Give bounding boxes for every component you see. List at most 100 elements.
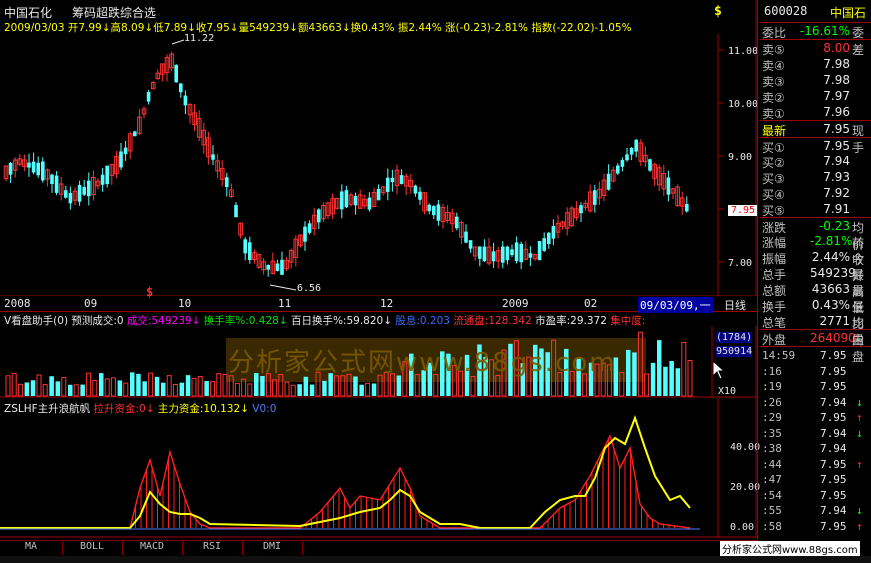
volume-bar	[166, 375, 172, 397]
volume-bar	[191, 377, 197, 397]
volume-bar	[110, 377, 116, 397]
volume-bar	[260, 376, 265, 396]
buy-row[interactable]: 买③ 7.93	[760, 169, 871, 186]
tick-row: :58 7.95 ↑	[760, 519, 871, 534]
outer-label: 外盘	[762, 333, 787, 347]
tab-ma[interactable]: MA	[0, 541, 63, 555]
volume-bar	[86, 372, 92, 397]
candle-body	[146, 92, 151, 102]
candle-body	[303, 226, 307, 242]
low-pointer	[269, 284, 297, 291]
volume-watermark: 分析家公式网www.88gs.com	[228, 348, 617, 378]
candle-body	[8, 162, 13, 175]
candle-body	[505, 246, 510, 261]
candle-body	[340, 191, 344, 210]
tick-row: :44 7.95 ↑	[760, 457, 871, 472]
volume-bar	[73, 384, 79, 397]
latest-row: 最新 7.95 现手	[760, 120, 871, 155]
tick-row: :16 7.95	[760, 364, 871, 379]
volume-bar	[61, 377, 67, 397]
sell-row[interactable]: 卖② 7.97	[760, 88, 871, 105]
tick-direction-icon: ↓	[856, 504, 863, 517]
date-tick: 11	[278, 297, 292, 310]
tab-boll[interactable]: BOLL	[62, 541, 123, 555]
volume-bar	[136, 373, 141, 396]
candle-body	[455, 216, 459, 229]
candle-body	[174, 64, 178, 83]
candle-body	[634, 139, 638, 152]
weibi-value: -16.61%	[799, 24, 850, 38]
volume-bar	[55, 381, 61, 396]
price-chart[interactable]: 11.0010.009.008.007.00	[0, 0, 757, 296]
stat-value: -2.81%	[810, 234, 853, 248]
volume-bar	[247, 383, 253, 397]
sell-row[interactable]: 卖① 7.96	[760, 104, 871, 121]
buy-row[interactable]: 买① 7.95	[760, 137, 871, 155]
indicator-tick: 40.00	[730, 442, 761, 453]
volume-bar	[148, 372, 154, 397]
sidebar-code: 600028	[764, 4, 808, 18]
sell-row[interactable]: 卖⑤ 8.00	[760, 40, 871, 57]
candle-body	[648, 159, 652, 171]
volume-bar	[303, 376, 309, 396]
volume-bar	[185, 375, 191, 396]
volume-bar	[30, 380, 36, 396]
volume-bar	[297, 384, 302, 396]
candle-body	[87, 180, 91, 197]
candle-body	[551, 226, 556, 239]
tick-price: 7.95	[820, 457, 847, 471]
tick-time: :54	[762, 488, 782, 502]
buy-row[interactable]: 买⑤ 7.91	[760, 201, 871, 218]
volume-bar	[284, 381, 290, 397]
candle-body	[31, 161, 36, 173]
candle-body	[510, 249, 514, 255]
sell-price: 7.98	[823, 73, 850, 87]
stat-row: 换手 0.43% 量比	[760, 297, 871, 331]
date-tick: 2008	[4, 297, 31, 310]
tick-price: 7.95	[820, 473, 847, 486]
candle-body	[64, 190, 68, 198]
tab-dmi[interactable]: DMI	[242, 541, 303, 555]
latest-price: 7.95	[823, 122, 850, 136]
candle-body	[100, 174, 105, 185]
candle-body	[519, 243, 523, 263]
weibi-label: 委比	[762, 26, 787, 40]
volume-bar	[290, 384, 296, 397]
volume-bar	[68, 384, 73, 396]
candle-body	[537, 241, 542, 261]
candle-body	[50, 174, 54, 185]
tick-price: 7.95	[820, 349, 847, 362]
volume-bar	[92, 379, 98, 397]
tick-row: :29 7.95 ↑	[760, 410, 871, 425]
stat-row: 总手 549239 最高	[760, 265, 871, 299]
candle-body	[133, 131, 137, 137]
tick-price: 7.95	[820, 519, 847, 533]
tick-direction-icon: ↑	[856, 457, 863, 471]
tick-price: 7.95	[820, 364, 847, 378]
buy-row[interactable]: 买④ 7.92	[760, 185, 871, 202]
volume-bar	[42, 384, 48, 397]
candle-body	[432, 206, 436, 216]
candle-body	[606, 173, 611, 190]
candle-body	[616, 165, 620, 174]
tick-row: :26 7.94 ↓	[760, 395, 871, 410]
volume-bar	[130, 372, 135, 396]
indicator-tick: 20.00	[730, 482, 761, 493]
indicator-tick: 0.00	[730, 522, 755, 533]
tab-macd[interactable]: MACD	[122, 541, 183, 555]
sell-row[interactable]: 卖④ 7.98	[760, 56, 871, 73]
candle-body	[501, 246, 505, 263]
sell-row[interactable]: 卖③ 7.98	[760, 72, 871, 89]
period-daily[interactable]: 日线	[724, 297, 746, 313]
candle-body	[275, 263, 280, 272]
volume-bar	[322, 380, 327, 396]
volume-bar	[234, 382, 240, 397]
tick-price: 7.94	[820, 504, 847, 517]
indicator-chart[interactable]	[0, 398, 757, 538]
tab-rsi[interactable]: RSI	[182, 541, 243, 555]
buy-price: 7.93	[823, 170, 850, 184]
buy-row[interactable]: 买② 7.94	[760, 153, 871, 170]
volume-bar	[359, 384, 364, 396]
date-cursor: 09/03/09,一	[638, 297, 713, 313]
volume-bar	[11, 373, 17, 397]
